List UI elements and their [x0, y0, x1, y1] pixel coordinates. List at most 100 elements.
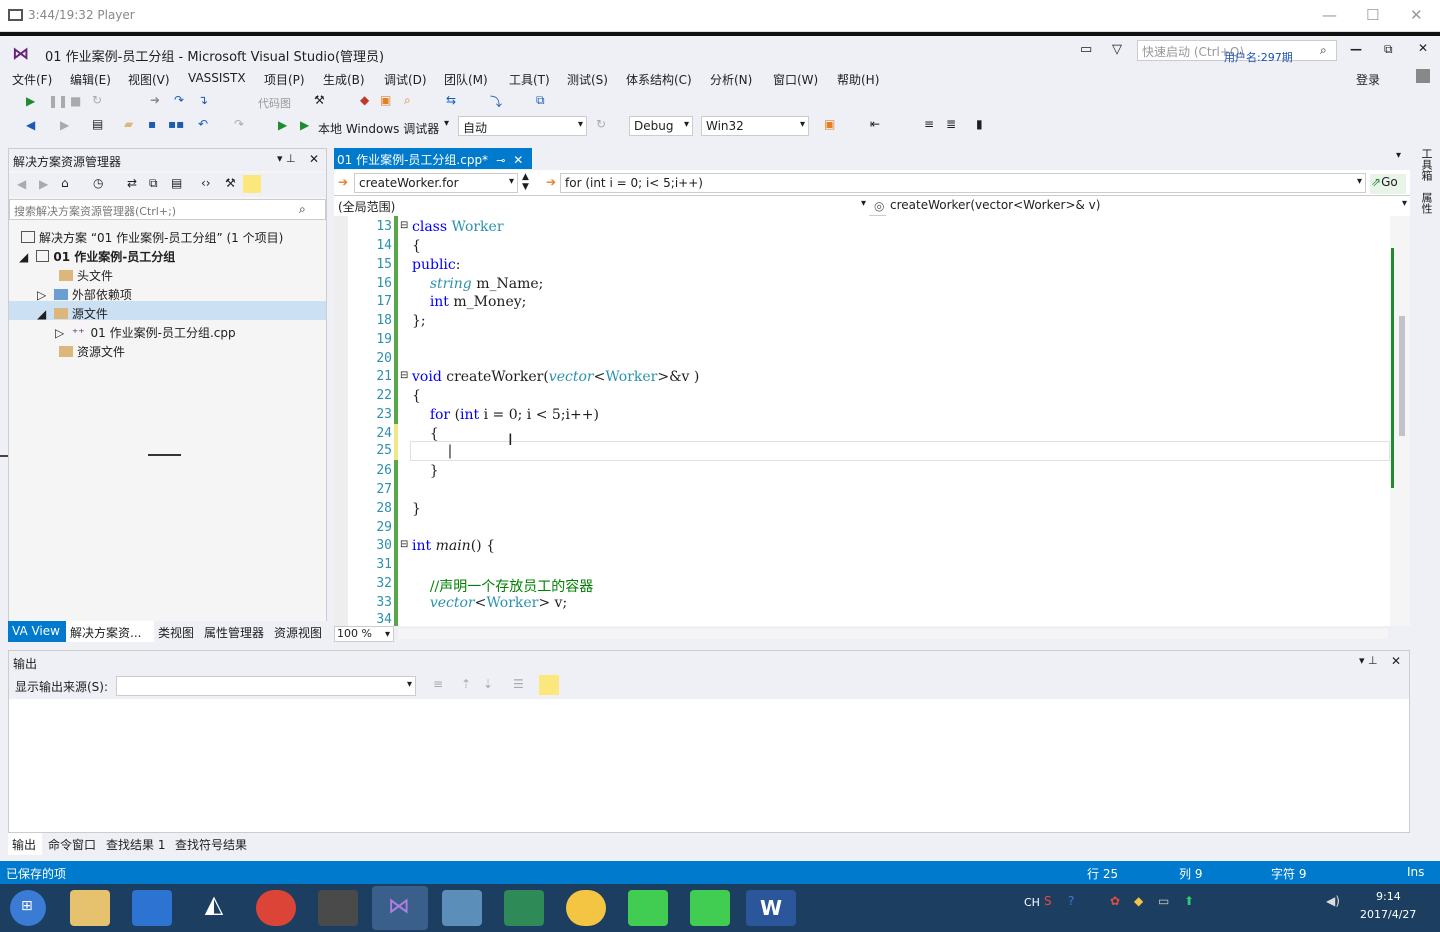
menu-analyze[interactable]: 分析(N): [710, 71, 752, 88]
clock-time[interactable]: 9:14: [1376, 890, 1401, 903]
auto-select[interactable]: 自动: [458, 116, 587, 136]
tab-list-icon[interactable]: ▾: [1396, 150, 1401, 161]
attach-icon[interactable]: ▣: [824, 117, 835, 131]
search-icon[interactable]: ⌕: [1320, 43, 1327, 58]
chrome-icon[interactable]: [256, 890, 296, 926]
sync-icon[interactable]: ⇄: [127, 176, 137, 190]
output-close-icon[interactable]: ✕: [1391, 654, 1401, 668]
qt-creator-icon[interactable]: [690, 890, 730, 926]
nav-context-select[interactable]: createWorker.for: [354, 173, 518, 193]
tab-propmgr[interactable]: 属性管理器: [204, 624, 264, 641]
home-icon[interactable]: ⌂: [61, 176, 69, 190]
uncomment-icon[interactable]: ≣: [946, 117, 956, 131]
scroll-thumb[interactable]: [1399, 316, 1405, 436]
undo-icon[interactable]: ↶: [198, 117, 208, 131]
zoom-select[interactable]: 100 %: [334, 626, 394, 642]
feedback-icon[interactable]: ▭: [1080, 42, 1092, 57]
refresh-icon[interactable]: ↻: [596, 117, 606, 131]
restart-icon[interactable]: ↻: [92, 93, 102, 107]
chevron-down-icon[interactable]: ▾: [444, 118, 449, 129]
horizontal-scrollbar[interactable]: [398, 629, 1388, 639]
tab-command[interactable]: 命令窗口: [48, 836, 96, 853]
next-icon[interactable]: ⇣: [483, 677, 493, 691]
va-icon[interactable]: ◆: [360, 93, 369, 107]
open-icon[interactable]: ▰: [124, 117, 133, 131]
redo-icon[interactable]: ↷: [234, 117, 244, 131]
tray-sogou-icon[interactable]: S: [1044, 894, 1052, 908]
nav-spin-icon[interactable]: ▲ ▼: [522, 172, 529, 192]
stop-icon[interactable]: ■: [70, 94, 81, 108]
menu-tools[interactable]: 工具(T): [509, 71, 550, 88]
tray-icon[interactable]: ⬆: [1184, 894, 1194, 908]
menu-team[interactable]: 团队(M): [444, 71, 488, 88]
tray-icon[interactable]: ✿: [1110, 894, 1120, 908]
history-icon[interactable]: ◷: [93, 176, 103, 190]
app2-icon[interactable]: [566, 890, 606, 926]
prev-icon[interactable]: ⇡: [461, 677, 471, 691]
tree-headers[interactable]: 头文件: [59, 267, 113, 284]
ime-indicator[interactable]: CH: [1024, 896, 1040, 909]
tree-sources[interactable]: ◢ 源文件: [37, 305, 108, 322]
sol-back-icon[interactable]: ◀: [17, 177, 26, 191]
unity-icon[interactable]: ◭: [194, 890, 234, 926]
menu-test[interactable]: 测试(S): [567, 71, 608, 88]
bookmark-nav-icon[interactable]: ⤵: [490, 93, 502, 110]
pause-icon[interactable]: ❚❚: [48, 94, 68, 108]
vs-minimize-icon[interactable]: —: [1350, 42, 1362, 56]
close-icon[interactable]: ✕: [1410, 6, 1423, 24]
menu-view[interactable]: 视图(V): [128, 71, 170, 88]
solution-close-icon[interactable]: ✕: [309, 152, 319, 166]
tab-solution[interactable]: 解决方案资...: [66, 621, 154, 642]
code-icon[interactable]: ‹›: [201, 176, 211, 190]
vs-close-icon[interactable]: ✕: [1418, 41, 1428, 55]
start-icon[interactable]: ▶: [278, 118, 287, 132]
comment-icon[interactable]: ≡: [924, 117, 934, 131]
output-source-select[interactable]: [116, 676, 416, 696]
wordwrap-icon[interactable]: [539, 675, 559, 695]
tray-icon[interactable]: ◆: [1134, 894, 1143, 908]
play-icon[interactable]: ▶: [26, 94, 35, 108]
tab-find1[interactable]: 查找结果 1: [106, 836, 165, 853]
bookmark-icon[interactable]: ▮: [976, 117, 983, 131]
tab-cppfile[interactable]: 01 作业案例-员工分组.cpp* ⊸ ✕: [334, 148, 532, 169]
collapse-icon[interactable]: ⊟: [400, 370, 408, 381]
show-all-icon[interactable]: ▤: [171, 176, 182, 190]
menu-window[interactable]: 窗口(W): [773, 71, 818, 88]
qt-icon[interactable]: [628, 890, 668, 926]
collapse-icon[interactable]: ⊟: [400, 220, 408, 231]
sol-forward-icon[interactable]: ▶: [39, 177, 48, 191]
tree-cppfile[interactable]: ▷ ⁺⁺ 01 作业案例-员工分组.cpp: [55, 324, 236, 341]
tree-solution[interactable]: 解决方案 “01 作业案例-员工分组” (1 个项目): [21, 229, 283, 246]
clock-date[interactable]: 2017/4/27: [1360, 908, 1416, 921]
new-project-icon[interactable]: ▤: [92, 117, 103, 131]
forward-icon[interactable]: ▶: [60, 118, 69, 132]
vs-task-icon[interactable]: ⋈: [372, 886, 428, 930]
tray-icon[interactable]: ▭: [1158, 894, 1169, 908]
nav-icon[interactable]: ⇆: [446, 93, 456, 107]
maximize-icon[interactable]: ☐: [1366, 6, 1379, 24]
tree-resources[interactable]: 资源文件: [59, 343, 125, 360]
vs-restore-icon[interactable]: ⧉: [1384, 42, 1393, 57]
tab-resview[interactable]: 资源视图: [274, 624, 322, 641]
folder-icon[interactable]: ▣: [380, 93, 391, 107]
collapse-icon[interactable]: ⊟: [400, 539, 408, 550]
codemap-button[interactable]: 代码图: [258, 95, 291, 111]
menu-help[interactable]: 帮助(H): [837, 71, 879, 88]
menu-vassistx[interactable]: VASSISTX: [188, 71, 246, 85]
word-icon[interactable]: W: [746, 890, 796, 926]
save-icon[interactable]: ▪: [148, 117, 156, 131]
find-icon[interactable]: ⌕: [404, 93, 411, 108]
platform-select[interactable]: Win32: [701, 116, 809, 136]
clear-icon[interactable]: ☰: [513, 677, 524, 691]
tab-close-icon[interactable]: ✕: [513, 153, 523, 167]
solution-search-icon[interactable]: ⌕: [299, 202, 306, 217]
start-button[interactable]: ⊞: [10, 890, 46, 926]
menu-debug[interactable]: 调试(D): [384, 71, 427, 88]
preview-icon[interactable]: [243, 175, 261, 193]
thunder-icon[interactable]: [132, 890, 172, 926]
tray-help-icon[interactable]: ?: [1068, 894, 1074, 908]
go-button[interactable]: ⇗Go: [1370, 174, 1406, 194]
tab-classview[interactable]: 类视图: [158, 624, 194, 641]
tab-pin-icon[interactable]: ⊸: [496, 154, 505, 167]
layout-icon[interactable]: ⧉: [536, 93, 545, 108]
